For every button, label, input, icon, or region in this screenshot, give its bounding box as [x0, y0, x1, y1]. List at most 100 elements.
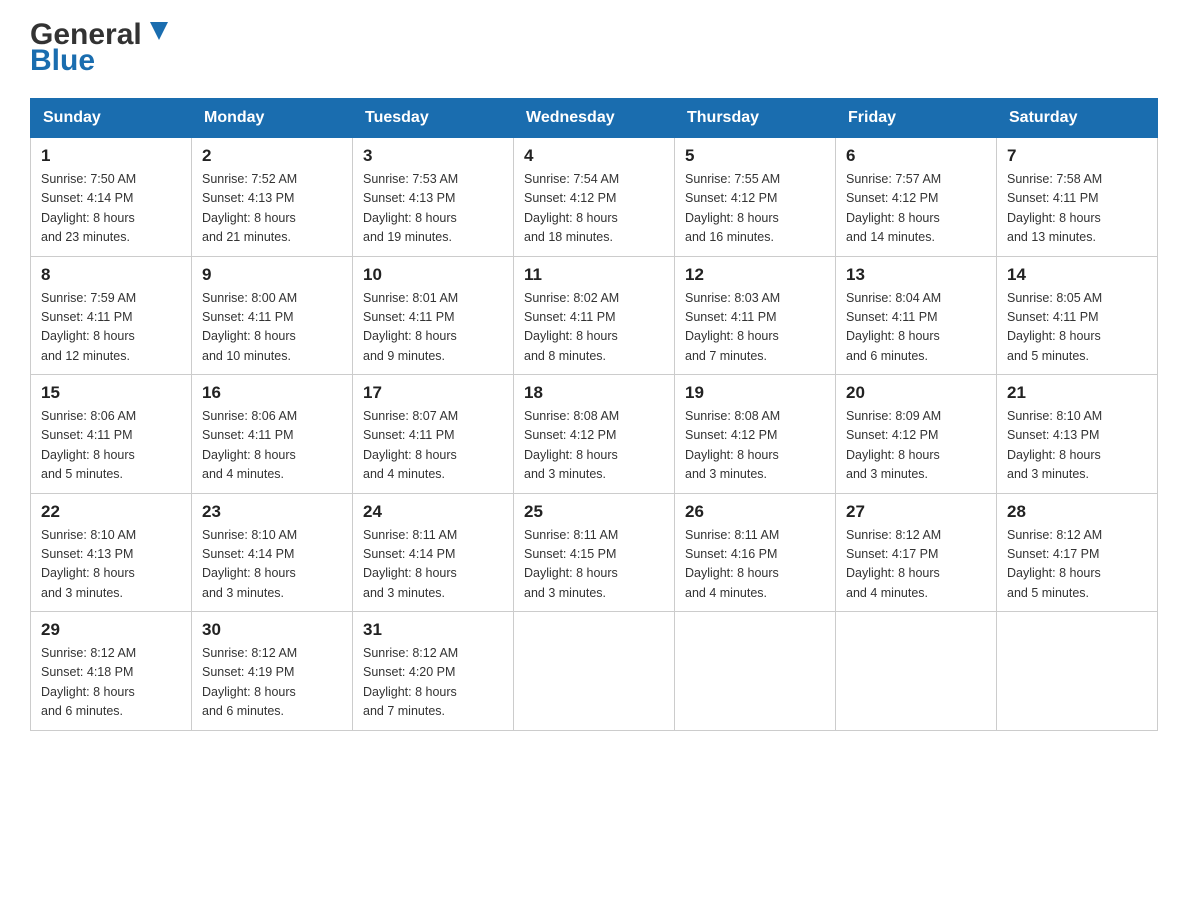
day-number: 31 [363, 620, 503, 640]
day-info: Sunrise: 8:01 AM Sunset: 4:11 PM Dayligh… [363, 289, 503, 367]
weekday-header-friday: Friday [836, 99, 997, 138]
day-info: Sunrise: 7:58 AM Sunset: 4:11 PM Dayligh… [1007, 170, 1147, 248]
calendar-cell: 23 Sunrise: 8:10 AM Sunset: 4:14 PM Dayl… [192, 493, 353, 612]
calendar-cell: 28 Sunrise: 8:12 AM Sunset: 4:17 PM Dayl… [997, 493, 1158, 612]
day-number: 16 [202, 383, 342, 403]
calendar-cell: 14 Sunrise: 8:05 AM Sunset: 4:11 PM Dayl… [997, 256, 1158, 375]
day-number: 5 [685, 146, 825, 166]
day-number: 13 [846, 265, 986, 285]
day-info: Sunrise: 8:12 AM Sunset: 4:18 PM Dayligh… [41, 644, 181, 722]
day-info: Sunrise: 7:52 AM Sunset: 4:13 PM Dayligh… [202, 170, 342, 248]
weekday-header-wednesday: Wednesday [514, 99, 675, 138]
logo: General Blue [30, 20, 174, 78]
day-info: Sunrise: 8:12 AM Sunset: 4:20 PM Dayligh… [363, 644, 503, 722]
day-number: 4 [524, 146, 664, 166]
day-number: 24 [363, 502, 503, 522]
day-info: Sunrise: 8:10 AM Sunset: 4:13 PM Dayligh… [41, 526, 181, 604]
day-number: 10 [363, 265, 503, 285]
calendar-cell: 18 Sunrise: 8:08 AM Sunset: 4:12 PM Dayl… [514, 375, 675, 494]
calendar-cell [675, 612, 836, 731]
calendar-cell: 20 Sunrise: 8:09 AM Sunset: 4:12 PM Dayl… [836, 375, 997, 494]
day-info: Sunrise: 8:09 AM Sunset: 4:12 PM Dayligh… [846, 407, 986, 485]
day-info: Sunrise: 8:02 AM Sunset: 4:11 PM Dayligh… [524, 289, 664, 367]
day-info: Sunrise: 7:54 AM Sunset: 4:12 PM Dayligh… [524, 170, 664, 248]
day-number: 9 [202, 265, 342, 285]
day-info: Sunrise: 8:06 AM Sunset: 4:11 PM Dayligh… [202, 407, 342, 485]
day-info: Sunrise: 7:53 AM Sunset: 4:13 PM Dayligh… [363, 170, 503, 248]
calendar-cell [836, 612, 997, 731]
calendar-cell: 6 Sunrise: 7:57 AM Sunset: 4:12 PM Dayli… [836, 138, 997, 257]
calendar-cell: 29 Sunrise: 8:12 AM Sunset: 4:18 PM Dayl… [31, 612, 192, 731]
weekday-header-row: SundayMondayTuesdayWednesdayThursdayFrid… [31, 99, 1158, 138]
day-info: Sunrise: 8:00 AM Sunset: 4:11 PM Dayligh… [202, 289, 342, 367]
day-number: 26 [685, 502, 825, 522]
weekday-header-sunday: Sunday [31, 99, 192, 138]
day-number: 1 [41, 146, 181, 166]
day-info: Sunrise: 7:55 AM Sunset: 4:12 PM Dayligh… [685, 170, 825, 248]
calendar-cell: 3 Sunrise: 7:53 AM Sunset: 4:13 PM Dayli… [353, 138, 514, 257]
weekday-header-monday: Monday [192, 99, 353, 138]
day-number: 2 [202, 146, 342, 166]
calendar-cell [514, 612, 675, 731]
day-info: Sunrise: 8:05 AM Sunset: 4:11 PM Dayligh… [1007, 289, 1147, 367]
day-info: Sunrise: 8:04 AM Sunset: 4:11 PM Dayligh… [846, 289, 986, 367]
day-number: 7 [1007, 146, 1147, 166]
day-number: 29 [41, 620, 181, 640]
day-number: 23 [202, 502, 342, 522]
day-info: Sunrise: 8:08 AM Sunset: 4:12 PM Dayligh… [524, 407, 664, 485]
day-info: Sunrise: 8:08 AM Sunset: 4:12 PM Dayligh… [685, 407, 825, 485]
week-row-1: 1 Sunrise: 7:50 AM Sunset: 4:14 PM Dayli… [31, 138, 1158, 257]
calendar-cell: 2 Sunrise: 7:52 AM Sunset: 4:13 PM Dayli… [192, 138, 353, 257]
calendar-cell: 30 Sunrise: 8:12 AM Sunset: 4:19 PM Dayl… [192, 612, 353, 731]
week-row-5: 29 Sunrise: 8:12 AM Sunset: 4:18 PM Dayl… [31, 612, 1158, 731]
calendar-cell: 10 Sunrise: 8:01 AM Sunset: 4:11 PM Dayl… [353, 256, 514, 375]
calendar-cell: 17 Sunrise: 8:07 AM Sunset: 4:11 PM Dayl… [353, 375, 514, 494]
weekday-header-thursday: Thursday [675, 99, 836, 138]
day-info: Sunrise: 7:57 AM Sunset: 4:12 PM Dayligh… [846, 170, 986, 248]
day-info: Sunrise: 8:03 AM Sunset: 4:11 PM Dayligh… [685, 289, 825, 367]
calendar-cell: 1 Sunrise: 7:50 AM Sunset: 4:14 PM Dayli… [31, 138, 192, 257]
day-info: Sunrise: 8:12 AM Sunset: 4:17 PM Dayligh… [1007, 526, 1147, 604]
day-number: 12 [685, 265, 825, 285]
week-row-2: 8 Sunrise: 7:59 AM Sunset: 4:11 PM Dayli… [31, 256, 1158, 375]
week-row-4: 22 Sunrise: 8:10 AM Sunset: 4:13 PM Dayl… [31, 493, 1158, 612]
calendar-cell: 19 Sunrise: 8:08 AM Sunset: 4:12 PM Dayl… [675, 375, 836, 494]
day-info: Sunrise: 7:59 AM Sunset: 4:11 PM Dayligh… [41, 289, 181, 367]
calendar-cell: 4 Sunrise: 7:54 AM Sunset: 4:12 PM Dayli… [514, 138, 675, 257]
day-info: Sunrise: 8:12 AM Sunset: 4:17 PM Dayligh… [846, 526, 986, 604]
calendar-cell: 26 Sunrise: 8:11 AM Sunset: 4:16 PM Dayl… [675, 493, 836, 612]
day-number: 14 [1007, 265, 1147, 285]
week-row-3: 15 Sunrise: 8:06 AM Sunset: 4:11 PM Dayl… [31, 375, 1158, 494]
day-info: Sunrise: 8:10 AM Sunset: 4:13 PM Dayligh… [1007, 407, 1147, 485]
calendar-cell: 21 Sunrise: 8:10 AM Sunset: 4:13 PM Dayl… [997, 375, 1158, 494]
day-number: 28 [1007, 502, 1147, 522]
calendar-cell: 13 Sunrise: 8:04 AM Sunset: 4:11 PM Dayl… [836, 256, 997, 375]
calendar-cell [997, 612, 1158, 731]
calendar-cell: 27 Sunrise: 8:12 AM Sunset: 4:17 PM Dayl… [836, 493, 997, 612]
logo-text-blue: Blue [30, 44, 95, 78]
day-info: Sunrise: 8:10 AM Sunset: 4:14 PM Dayligh… [202, 526, 342, 604]
day-info: Sunrise: 7:50 AM Sunset: 4:14 PM Dayligh… [41, 170, 181, 248]
weekday-header-saturday: Saturday [997, 99, 1158, 138]
calendar-table: SundayMondayTuesdayWednesdayThursdayFrid… [30, 98, 1158, 731]
calendar-cell: 31 Sunrise: 8:12 AM Sunset: 4:20 PM Dayl… [353, 612, 514, 731]
day-number: 6 [846, 146, 986, 166]
calendar-cell: 11 Sunrise: 8:02 AM Sunset: 4:11 PM Dayl… [514, 256, 675, 375]
calendar-cell: 15 Sunrise: 8:06 AM Sunset: 4:11 PM Dayl… [31, 375, 192, 494]
day-number: 30 [202, 620, 342, 640]
day-number: 20 [846, 383, 986, 403]
day-info: Sunrise: 8:11 AM Sunset: 4:15 PM Dayligh… [524, 526, 664, 604]
calendar-cell: 16 Sunrise: 8:06 AM Sunset: 4:11 PM Dayl… [192, 375, 353, 494]
day-number: 19 [685, 383, 825, 403]
day-info: Sunrise: 8:11 AM Sunset: 4:16 PM Dayligh… [685, 526, 825, 604]
day-number: 21 [1007, 383, 1147, 403]
calendar-cell: 22 Sunrise: 8:10 AM Sunset: 4:13 PM Dayl… [31, 493, 192, 612]
logo-arrow-icon [144, 18, 174, 48]
calendar-cell: 8 Sunrise: 7:59 AM Sunset: 4:11 PM Dayli… [31, 256, 192, 375]
day-number: 3 [363, 146, 503, 166]
day-number: 18 [524, 383, 664, 403]
calendar-cell: 24 Sunrise: 8:11 AM Sunset: 4:14 PM Dayl… [353, 493, 514, 612]
day-number: 22 [41, 502, 181, 522]
weekday-header-tuesday: Tuesday [353, 99, 514, 138]
day-info: Sunrise: 8:07 AM Sunset: 4:11 PM Dayligh… [363, 407, 503, 485]
